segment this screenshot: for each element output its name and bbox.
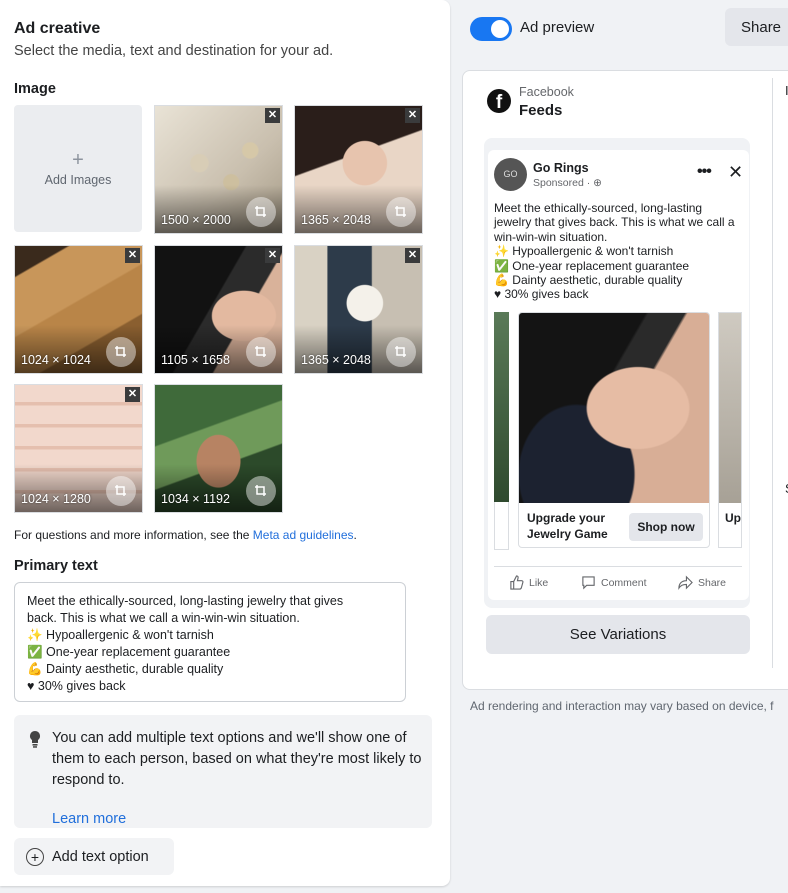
remove-image-icon[interactable]: ✕ <box>125 248 140 263</box>
platform-name: Facebook <box>519 85 574 99</box>
tip-text: You can add multiple text options and we… <box>52 730 422 788</box>
meta-ad-guidelines-link[interactable]: Meta ad guidelines <box>253 528 354 542</box>
carousel-next-card[interactable]: Up Jew <box>718 312 742 548</box>
divider <box>494 566 742 567</box>
page-name: Go Rings <box>533 161 589 175</box>
next-placement-preview <box>772 78 788 668</box>
facebook-logo-icon: f <box>487 89 511 113</box>
ad-creative-panel: Ad creative Select the media, text and d… <box>0 0 450 886</box>
primary-text-field[interactable]: Meet the ethically-sourced, long-lasting… <box>14 582 406 702</box>
add-text-option-button[interactable]: + Add text option <box>14 838 174 875</box>
image-thumbnail[interactable]: ✕ 1500 × 2000 <box>154 105 283 234</box>
plus-circle-icon: + <box>26 847 44 866</box>
crop-icon[interactable] <box>386 197 416 227</box>
plus-icon: + <box>72 148 84 171</box>
rendering-disclaimer: Ad rendering and interaction may vary ba… <box>470 699 774 713</box>
primary-text-heading: Primary text <box>14 558 98 574</box>
guidelines-note: For questions and more information, see … <box>14 528 357 542</box>
share-arrow-icon <box>678 575 693 590</box>
crop-icon[interactable] <box>106 476 136 506</box>
image-dimensions: 1500 × 2000 <box>161 213 231 227</box>
sponsored-label: Sponsored · ⊕ <box>533 177 602 189</box>
image-thumbnail[interactable]: ✕ 1365 × 2048 <box>294 105 423 234</box>
share-button[interactable]: Share <box>725 8 788 46</box>
remove-image-icon[interactable]: ✕ <box>265 108 280 123</box>
image-thumbnail[interactable]: 1034 × 1192 <box>154 384 283 513</box>
remove-image-icon[interactable]: ✕ <box>125 387 140 402</box>
like-button[interactable]: Like <box>509 575 548 590</box>
image-dimensions: 1034 × 1192 <box>161 492 230 506</box>
image-dimensions: 1024 × 1024 <box>21 353 91 367</box>
image-dimensions: 1365 × 2048 <box>301 213 371 227</box>
shop-now-button[interactable]: Shop now <box>629 513 703 541</box>
image-thumbnail[interactable]: ✕ 1365 × 2048 <box>294 245 423 374</box>
crop-icon[interactable] <box>246 337 276 367</box>
image-dimensions: 1024 × 1280 <box>21 492 91 506</box>
carousel-earring-image <box>519 313 709 503</box>
image-thumbnail[interactable]: ✕ 1024 × 1024 <box>14 245 143 374</box>
carousel-prev-image <box>494 312 509 502</box>
close-icon[interactable]: ✕ <box>728 162 743 183</box>
panel-title: Ad creative <box>14 20 101 37</box>
carousel[interactable]: Upgrade your Jewelry Game Shop now Up Je… <box>494 312 742 550</box>
ad-preview-label: Ad preview <box>520 19 595 36</box>
crop-icon[interactable] <box>106 337 136 367</box>
page-avatar: GO <box>494 158 527 191</box>
lightbulb-icon <box>28 730 42 753</box>
remove-image-icon[interactable]: ✕ <box>405 108 420 123</box>
image-thumbnail[interactable]: ✕ 1105 × 1658 <box>154 245 283 374</box>
like-icon <box>510 575 524 590</box>
image-dimensions: 1365 × 2048 <box>301 353 371 367</box>
crop-icon[interactable] <box>246 476 276 506</box>
next-card-headline: Up Jew <box>725 511 741 525</box>
learn-more-link[interactable]: Learn more <box>52 811 126 827</box>
more-options-icon[interactable]: ••• <box>697 163 712 181</box>
see-variations-button[interactable]: See Variations <box>486 615 750 654</box>
add-images-button[interactable]: + Add Images <box>14 105 142 232</box>
image-dimensions: 1105 × 1658 <box>161 353 230 367</box>
image-thumbnail[interactable]: ✕ 1024 × 1280 <box>14 384 143 513</box>
multiple-text-tip: You can add multiple text options and we… <box>14 715 432 828</box>
add-images-label: Add Images <box>44 172 112 187</box>
image-section-heading: Image <box>14 81 56 97</box>
crop-icon[interactable] <box>386 337 416 367</box>
post-share-button[interactable]: Share <box>678 575 726 590</box>
remove-image-icon[interactable]: ✕ <box>265 248 280 263</box>
comment-button[interactable]: Comment <box>581 575 647 590</box>
crop-icon[interactable] <box>246 197 276 227</box>
remove-image-icon[interactable]: ✕ <box>405 248 420 263</box>
comment-icon <box>582 576 595 590</box>
post-body: Meet the ethically-sourced, long-lasting… <box>494 201 735 302</box>
ad-preview-toggle[interactable] <box>470 17 512 41</box>
card-headline: Upgrade your Jewelry Game <box>527 511 608 541</box>
carousel-card[interactable]: Upgrade your Jewelry Game Shop now <box>518 312 710 548</box>
placement-name: Feeds <box>519 102 563 119</box>
panel-subtitle: Select the media, text and destination f… <box>14 43 334 59</box>
